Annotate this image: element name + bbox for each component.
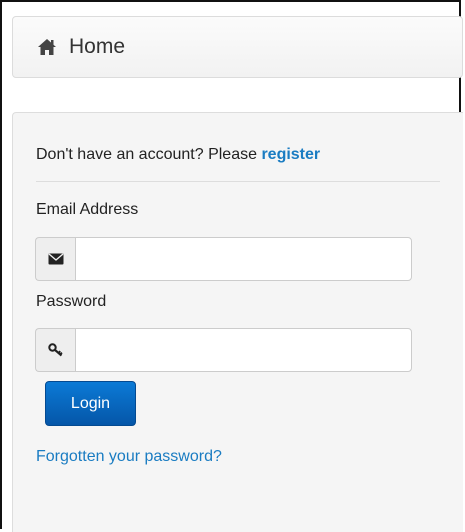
email-label: Email Address bbox=[36, 201, 139, 218]
login-panel: Don't have an account? Please register E… bbox=[12, 112, 463, 532]
key-icon bbox=[35, 328, 75, 372]
password-input[interactable] bbox=[75, 328, 412, 372]
email-input-group bbox=[35, 237, 412, 281]
login-button[interactable]: Login bbox=[45, 381, 136, 426]
envelope-icon bbox=[35, 237, 75, 281]
home-breadcrumb[interactable]: Home bbox=[12, 16, 463, 78]
password-label: Password bbox=[36, 293, 107, 310]
divider bbox=[36, 181, 440, 182]
register-prompt: Don't have an account? Please register bbox=[36, 146, 320, 164]
home-title: Home bbox=[69, 35, 126, 58]
forgot-password-link[interactable]: Forgotten your password? bbox=[36, 448, 222, 466]
password-input-group bbox=[35, 328, 412, 372]
register-link[interactable]: register bbox=[261, 146, 320, 163]
register-prompt-text: Don't have an account? Please bbox=[36, 146, 262, 163]
email-input[interactable] bbox=[75, 237, 412, 281]
home-icon bbox=[37, 38, 57, 56]
